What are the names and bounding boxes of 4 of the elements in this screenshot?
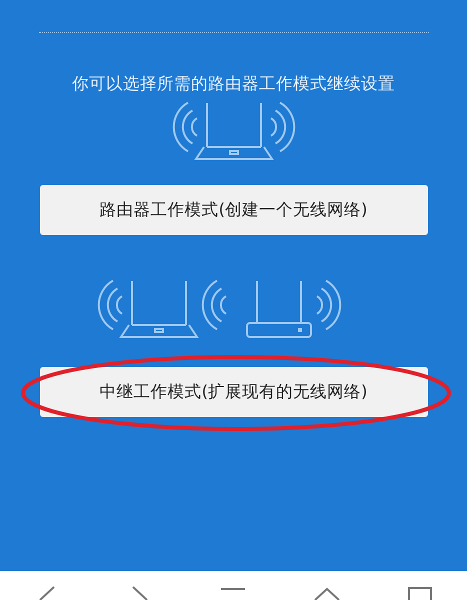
instruction-text: 你可以选择所需的路由器工作模式继续设置 (72, 73, 395, 95)
mode-button[interactable]: 中继工作模式(扩展现有的无线网络) (40, 367, 428, 417)
mode-button[interactable]: 路由器工作模式(创建一个无线网络) (40, 185, 428, 235)
home-icon[interactable] (312, 586, 342, 600)
